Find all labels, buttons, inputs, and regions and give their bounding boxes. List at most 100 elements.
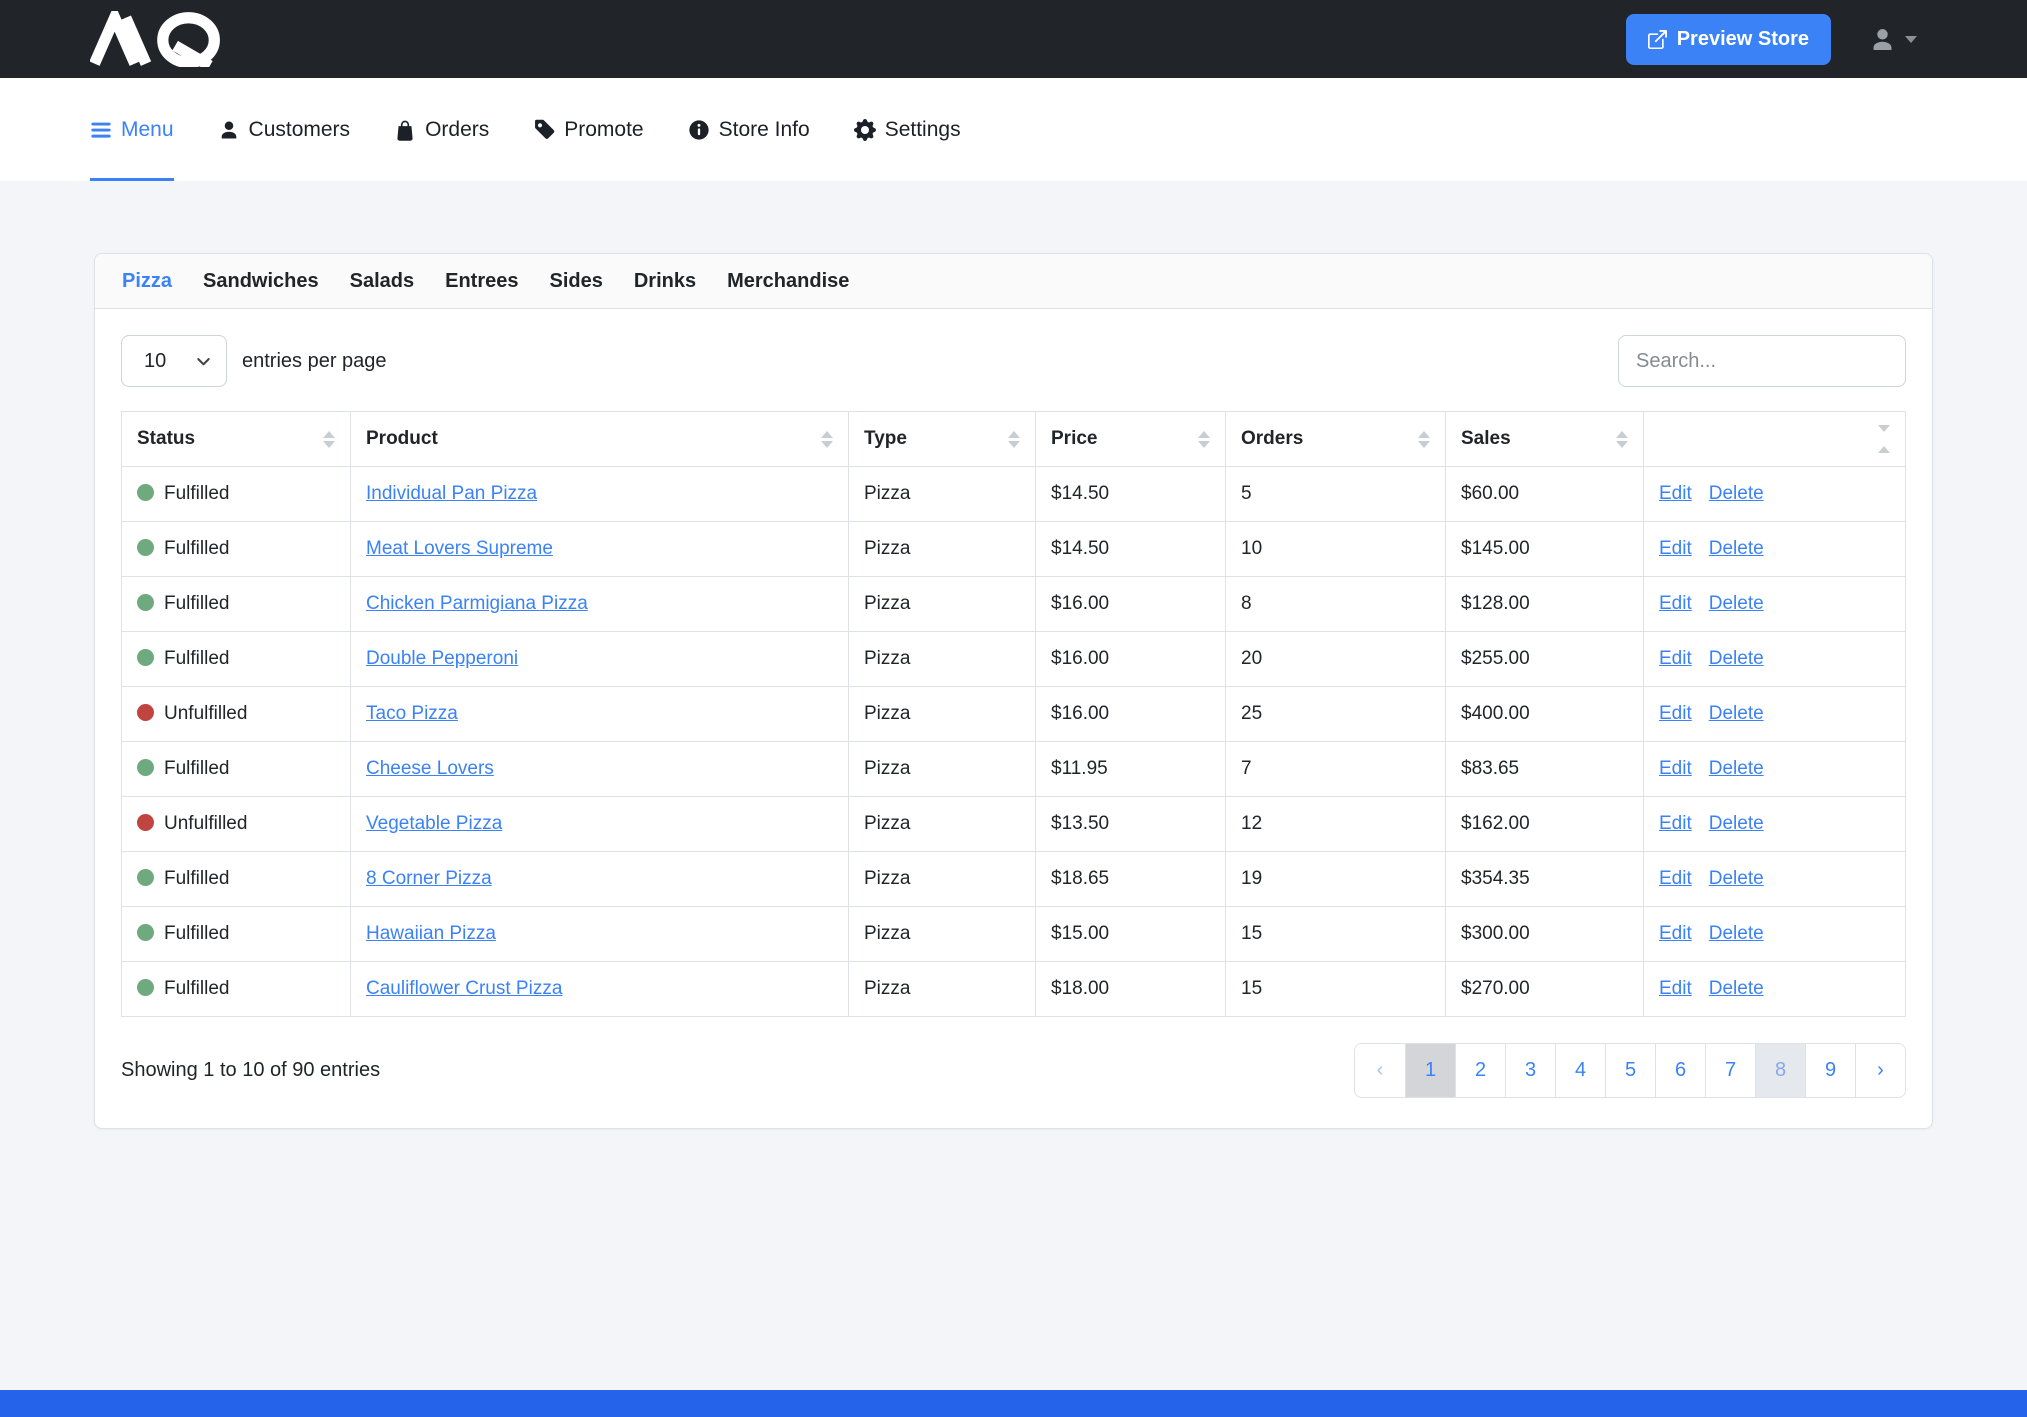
delete-link[interactable]: Delete (1709, 648, 1764, 669)
product-link[interactable]: Hawaiian Pizza (366, 923, 496, 944)
actions-cell: Edit Delete (1644, 907, 1906, 962)
edit-link[interactable]: Edit (1659, 813, 1692, 834)
delete-link[interactable]: Delete (1709, 593, 1764, 614)
actions-cell: Edit Delete (1644, 852, 1906, 907)
nav-item-label: Customers (249, 118, 351, 142)
tab-salads[interactable]: Salads (350, 270, 414, 293)
nav-item-store-info[interactable]: Store Info (688, 78, 810, 181)
delete-link[interactable]: Delete (1709, 923, 1764, 944)
product-link[interactable]: Cheese Lovers (366, 758, 494, 779)
sales-cell: $255.00 (1446, 632, 1644, 687)
tab-pizza[interactable]: Pizza (122, 270, 172, 293)
pagination-page-6[interactable]: 6 (1655, 1044, 1705, 1097)
edit-link[interactable]: Edit (1659, 868, 1692, 889)
sort-icon[interactable] (1878, 425, 1890, 453)
main-content: Pizza Sandwiches Salads Entrees Sides Drinks M… (0, 253, 2027, 1129)
tab-drinks[interactable]: Drinks (634, 270, 696, 293)
orders-cell: 19 (1226, 852, 1446, 907)
bottom-accent-bar (0, 1390, 2027, 1417)
search-input[interactable] (1618, 335, 1906, 387)
tab-merchandise[interactable]: Merchandise (727, 270, 849, 293)
delete-link[interactable]: Delete (1709, 703, 1764, 724)
preview-store-button[interactable]: Preview Store (1626, 14, 1831, 65)
type-cell: Pizza (849, 577, 1036, 632)
nav-item-menu[interactable]: Menu (90, 78, 174, 181)
edit-link[interactable]: Edit (1659, 538, 1692, 559)
status-dot (137, 924, 154, 941)
orders-cell: 10 (1226, 522, 1446, 577)
price-cell: $16.00 (1036, 632, 1226, 687)
column-label: Sales (1461, 428, 1511, 450)
pagination-page-2[interactable]: 2 (1455, 1044, 1505, 1097)
price-cell: $14.50 (1036, 467, 1226, 522)
product-link[interactable]: Individual Pan Pizza (366, 483, 537, 504)
product-cell: Individual Pan Pizza (351, 467, 849, 522)
edit-link[interactable]: Edit (1659, 593, 1692, 614)
product-link[interactable]: Double Pepperoni (366, 648, 518, 669)
sort-icon[interactable] (1008, 431, 1020, 448)
orders-cell: 25 (1226, 687, 1446, 742)
tab-entrees[interactable]: Entrees (445, 270, 518, 293)
edit-link[interactable]: Edit (1659, 648, 1692, 669)
price-cell: $18.00 (1036, 962, 1226, 1017)
nav-item-orders[interactable]: Orders (394, 78, 489, 181)
actions-cell: Edit Delete (1644, 467, 1906, 522)
actions-cell: Edit Delete (1644, 522, 1906, 577)
delete-link[interactable]: Delete (1709, 868, 1764, 889)
product-link[interactable]: Vegetable Pizza (366, 813, 502, 834)
entries-select[interactable]: 10 (121, 335, 227, 387)
type-cell: Pizza (849, 522, 1036, 577)
table-row: FulfilledCauliflower Crust PizzaPizza$18… (122, 962, 1906, 1017)
tab-sides[interactable]: Sides (550, 270, 603, 293)
nav-item-settings[interactable]: Settings (854, 78, 961, 181)
delete-link[interactable]: Delete (1709, 538, 1764, 559)
product-link[interactable]: Meat Lovers Supreme (366, 538, 553, 559)
type-cell: Pizza (849, 907, 1036, 962)
pagination-page-1[interactable]: 1 (1405, 1044, 1455, 1097)
product-link[interactable]: Taco Pizza (366, 703, 458, 724)
column-header-type: Type (849, 412, 1036, 467)
edit-link[interactable]: Edit (1659, 923, 1692, 944)
pagination-prev[interactable]: ‹ (1355, 1044, 1405, 1097)
pagination-page-7[interactable]: 7 (1705, 1044, 1755, 1097)
delete-link[interactable]: Delete (1709, 758, 1764, 779)
sort-icon[interactable] (1418, 431, 1430, 448)
edit-link[interactable]: Edit (1659, 758, 1692, 779)
pagination-page-5[interactable]: 5 (1605, 1044, 1655, 1097)
sort-icon[interactable] (323, 431, 335, 448)
nav-item-promote[interactable]: Promote (533, 78, 643, 181)
product-cell: Cheese Lovers (351, 742, 849, 797)
product-link[interactable]: Chicken Parmigiana Pizza (366, 593, 588, 614)
orders-cell: 12 (1226, 797, 1446, 852)
nav-item-customers[interactable]: Customers (218, 78, 351, 181)
product-link[interactable]: 8 Corner Pizza (366, 868, 492, 889)
card-body: 10 entries per page StatusProductTypePri… (95, 309, 1932, 1128)
delete-link[interactable]: Delete (1709, 813, 1764, 834)
pagination-page-8[interactable]: 8 (1755, 1044, 1805, 1097)
sales-cell: $400.00 (1446, 687, 1644, 742)
delete-link[interactable]: Delete (1709, 483, 1764, 504)
pagination-page-4[interactable]: 4 (1555, 1044, 1605, 1097)
hamburger-icon (90, 119, 112, 141)
status-cell: Fulfilled (122, 907, 351, 962)
status-dot (137, 539, 154, 556)
pagination-page-9[interactable]: 9 (1805, 1044, 1855, 1097)
sort-icon[interactable] (821, 431, 833, 448)
pagination-next[interactable]: › (1855, 1044, 1905, 1097)
product-link[interactable]: Cauliflower Crust Pizza (366, 978, 562, 999)
product-cell: Cauliflower Crust Pizza (351, 962, 849, 1017)
actions-cell: Edit Delete (1644, 742, 1906, 797)
orders-cell: 5 (1226, 467, 1446, 522)
sort-icon[interactable] (1616, 431, 1628, 448)
delete-link[interactable]: Delete (1709, 978, 1764, 999)
sort-icon[interactable] (1198, 431, 1210, 448)
price-cell: $15.00 (1036, 907, 1226, 962)
user-menu[interactable] (1869, 26, 1917, 53)
edit-link[interactable]: Edit (1659, 483, 1692, 504)
status-cell: Fulfilled (122, 522, 351, 577)
tab-sandwiches[interactable]: Sandwiches (203, 270, 319, 293)
status-cell: Fulfilled (122, 962, 351, 1017)
edit-link[interactable]: Edit (1659, 703, 1692, 724)
edit-link[interactable]: Edit (1659, 978, 1692, 999)
pagination-page-3[interactable]: 3 (1505, 1044, 1555, 1097)
